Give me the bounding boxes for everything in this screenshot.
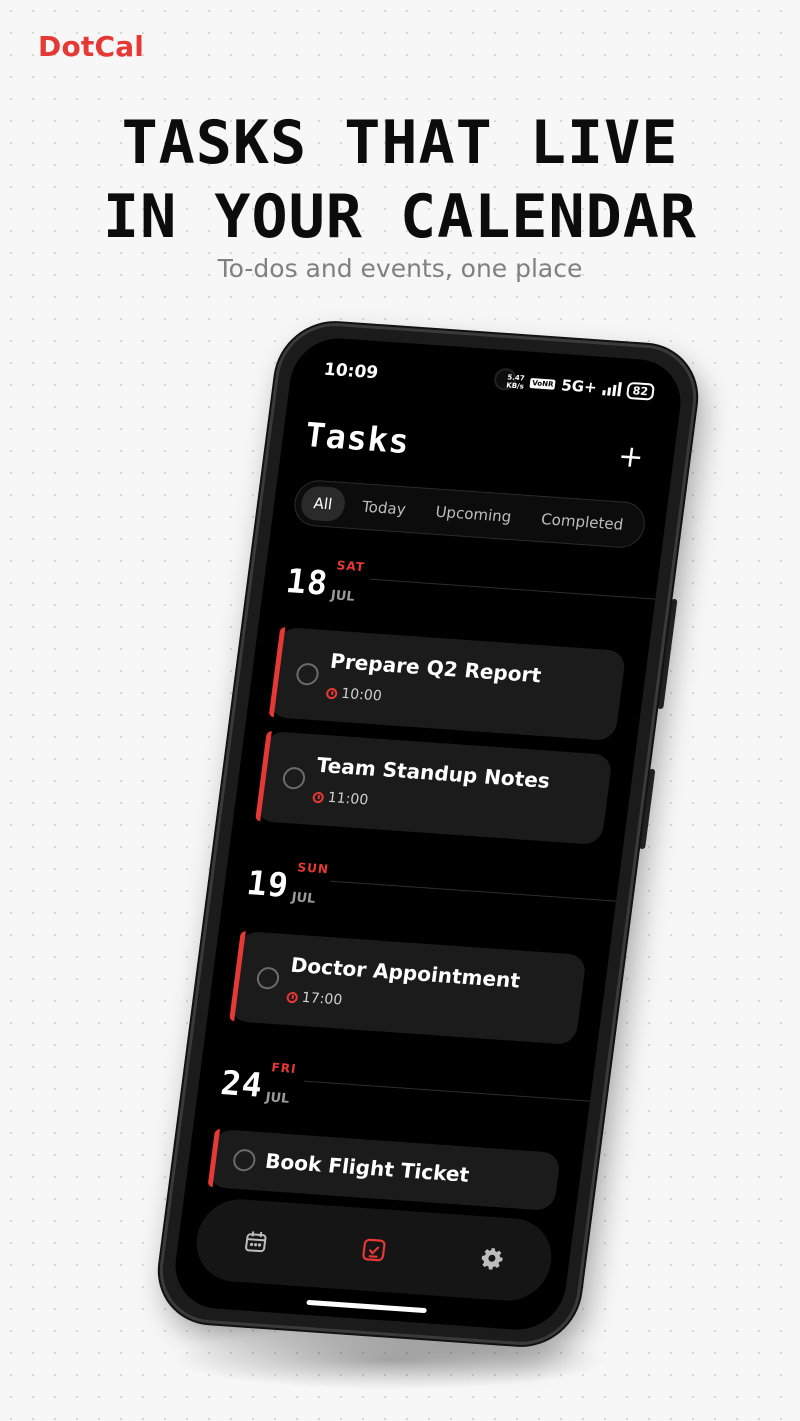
headline-line-1: TASKS THAT LIVE [121,108,679,178]
phone-frame: 10:09 5.47 KB/s VoNR 5G+ 82 Tasks + All … [153,319,703,1349]
task-card[interactable]: Book Flight Ticket [207,1128,562,1212]
date-header: 18 SAT JUL [283,555,660,633]
task-accent-bar [207,1128,221,1188]
clock-icon [325,687,339,699]
tab-today[interactable]: Today [348,489,420,528]
date-day: 18 [283,560,331,603]
divider [369,578,658,600]
gear-icon [481,1248,503,1270]
date-day: 19 [244,862,292,905]
task-time: 10:00 [325,685,383,705]
network-type: 5G+ [560,376,598,397]
tasks-icon [362,1238,386,1262]
bottom-nav [191,1196,557,1304]
date-header: 24 FRI JUL [218,1057,595,1135]
task-card[interactable]: Doctor Appointment 17:00 [229,930,587,1046]
task-time-value: 10:00 [340,685,383,705]
nav-tasks[interactable] [351,1229,396,1272]
task-name: Book Flight Ticket [263,1148,471,1187]
filter-tabs: All Today Upcoming Completed [291,478,648,550]
task-checkbox[interactable] [295,662,320,686]
task-time-value: 17:00 [300,989,344,1009]
task-checkbox[interactable] [281,766,307,790]
clock-icon [286,991,299,1003]
task-accent-bar [255,730,272,822]
network-speed: 5.47 KB/s [506,373,526,390]
date-weekday: SAT [335,558,366,575]
page-title: Tasks [302,414,413,462]
tab-completed[interactable]: Completed [527,501,637,542]
volte-badge: VoNR [529,378,557,390]
task-checkbox[interactable] [255,966,281,990]
task-name: Team Standup Notes [315,752,552,793]
battery-icon: 82 [625,381,656,401]
calendar-icon [245,1231,267,1253]
task-card[interactable]: Team Standup Notes 11:00 [255,730,613,846]
network-speed-unit: KB/s [505,381,525,391]
date-month: JUL [290,890,317,907]
signal-icon [601,381,622,397]
date-month: JUL [264,1090,291,1107]
add-task-button[interactable]: + [616,439,646,476]
tab-upcoming[interactable]: Upcoming [421,494,525,535]
date-weekday: FRI [270,1060,298,1076]
divider [303,1080,593,1102]
task-time: 11:00 [312,789,369,809]
nav-settings[interactable] [469,1237,514,1280]
phone-screen: 10:09 5.47 KB/s VoNR 5G+ 82 Tasks + All … [169,335,687,1333]
headline-line-2: IN YOUR CALENDAR [103,182,697,252]
brand-logo: DotCal [38,30,145,63]
task-accent-bar [268,626,286,718]
task-time-value: 11:00 [326,789,370,809]
task-checkbox[interactable] [231,1148,257,1172]
date-weekday: SUN [296,860,330,877]
status-bar: 10:09 5.47 KB/s VoNR 5G+ 82 [322,359,656,407]
clock-icon [312,791,325,803]
divider [329,880,619,902]
home-indicator[interactable] [306,1299,427,1314]
task-time: 17:00 [286,989,343,1009]
date-month: JUL [329,588,356,605]
date-day: 24 [218,1062,266,1105]
tab-all[interactable]: All [299,485,347,523]
status-time: 10:09 [322,359,380,384]
task-name: Doctor Appointment [289,952,522,993]
nav-calendar[interactable] [233,1220,278,1263]
phone-mockup: 10:09 5.47 KB/s VoNR 5G+ 82 Tasks + All … [153,319,703,1349]
task-card[interactable]: Prepare Q2 Report 10:00 [268,626,627,742]
subheadline: To-dos and events, one place [217,254,583,283]
date-header: 19 SUN JUL [244,857,621,935]
task-name: Prepare Q2 Report [328,648,543,688]
status-icons: 5.47 KB/s VoNR 5G+ 82 [506,372,656,401]
task-accent-bar [229,930,246,1022]
